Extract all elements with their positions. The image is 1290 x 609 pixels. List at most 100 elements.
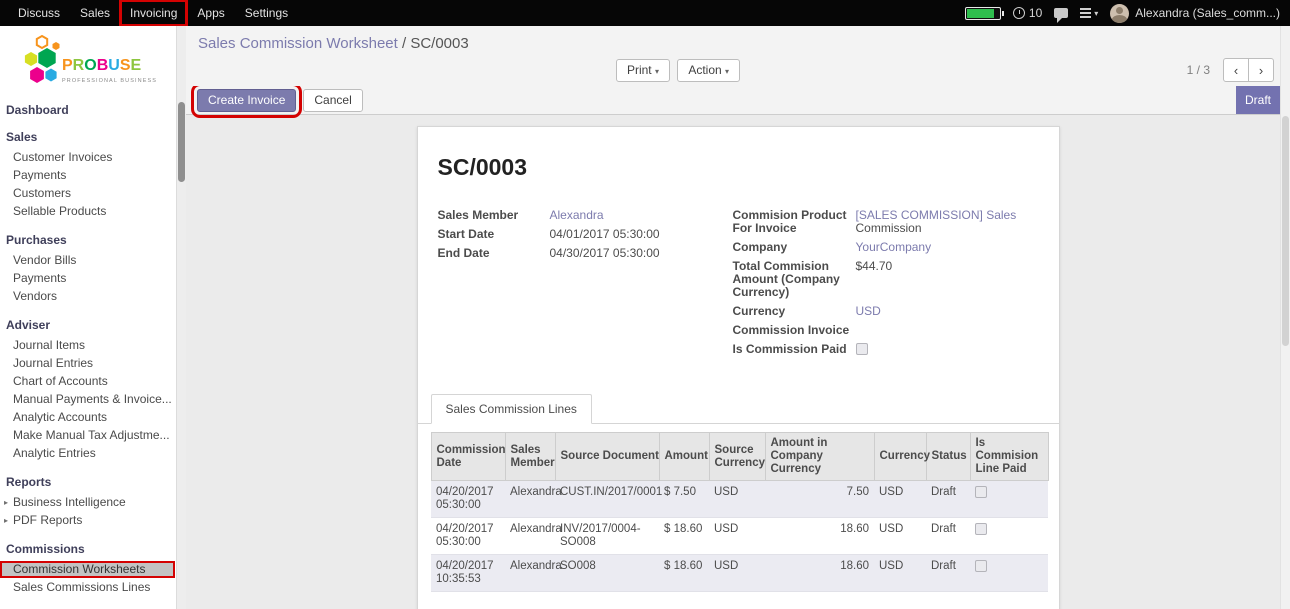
menu-sales[interactable]: Sales — [70, 0, 120, 26]
cell-amount-company: 18.60 — [765, 518, 874, 555]
user-menu[interactable]: Alexandra (Sales_comm...) — [1110, 4, 1280, 23]
statusbar: Create Invoice Cancel Draft — [186, 86, 1290, 115]
sidebar-item-analytic-accounts[interactable]: Analytic Accounts — [0, 409, 175, 426]
sidebar-item-pdf-reports[interactable]: ▸PDF Reports — [0, 512, 175, 529]
cell-date: 04/20/2017 05:30:00 — [431, 518, 505, 555]
header-commission-date[interactable]: Commission Date — [431, 433, 505, 481]
header-currency[interactable]: Currency — [874, 433, 926, 481]
field-label-commission-invoice: Commission Invoice — [733, 323, 856, 337]
sidebar-item-manual-payments[interactable]: Manual Payments & Invoice... — [0, 391, 175, 408]
print-button[interactable]: Print ▾ — [616, 59, 670, 82]
sidebar-item-sales-commissions-lines[interactable]: Sales Commissions Lines — [0, 579, 175, 596]
commission-product-link[interactable]: [SALES COMMISSION] Sales — [856, 208, 1017, 222]
header-line-paid[interactable]: Is Commision Line Paid — [970, 433, 1048, 481]
cell-doc: SO008 — [555, 555, 659, 592]
tab-sales-commission-lines[interactable]: Sales Commission Lines — [431, 394, 592, 424]
sidebar-item-customer-invoices[interactable]: Customer Invoices — [0, 149, 175, 166]
line-paid-checkbox[interactable] — [975, 523, 987, 535]
header-source-document[interactable]: Source Document — [555, 433, 659, 481]
field-label-is-commission-paid: Is Commission Paid — [733, 342, 856, 356]
header-status[interactable]: Status — [926, 433, 970, 481]
sidebar-item-commission-worksheets[interactable]: Commission Worksheets — [0, 561, 175, 578]
sidebar-item-sellable-products[interactable]: Sellable Products — [0, 203, 175, 220]
field-label-sales-member: Sales Member — [438, 208, 550, 222]
pager-next-button[interactable]: › — [1248, 58, 1274, 82]
probuse-logo: PROBUSE PROFESSIONAL BUSINESS — [0, 26, 175, 103]
menu-invoicing[interactable]: Invoicing — [120, 0, 187, 26]
caret-down-icon: ▾ — [655, 67, 659, 76]
sidebar-item-label: PDF Reports — [13, 513, 82, 527]
main-scrollbar[interactable] — [1280, 26, 1290, 609]
action-button[interactable]: Action ▾ — [677, 59, 740, 82]
cell-date: 04/20/2017 05:30:00 — [431, 481, 505, 518]
sidebar-scrollbar-thumb[interactable] — [178, 102, 185, 182]
currency-link[interactable]: USD — [856, 304, 1025, 318]
content-area: SC/0003 Sales Member Alexandra Start Dat… — [186, 115, 1290, 609]
timer-indicator[interactable]: 10 — [1013, 6, 1042, 20]
cell-member: Alexandra — [505, 518, 555, 555]
logo-title: PROBUSE — [62, 57, 141, 74]
battery-fill — [967, 9, 994, 18]
table-row[interactable]: 04/20/2017 10:35:53 Alexandra SO008 $ 18… — [431, 555, 1048, 592]
line-paid-checkbox[interactable] — [975, 560, 987, 572]
form-fields: Sales Member Alexandra Start Date 04/01/… — [438, 208, 1039, 363]
header-amount[interactable]: Amount — [659, 433, 709, 481]
sidebar-item-journal-entries[interactable]: Journal Entries — [0, 355, 175, 372]
battery-icon — [965, 7, 1001, 20]
pager-previous-button[interactable]: ‹ — [1223, 58, 1249, 82]
sidebar-scrollbar[interactable] — [176, 26, 186, 609]
end-date-value: 04/30/2017 05:30:00 — [550, 246, 733, 260]
sidebar: PROBUSE PROFESSIONAL BUSINESS Dashboard … — [0, 26, 186, 609]
table-row[interactable]: 04/20/2017 05:30:00 Alexandra CUST.IN/20… — [431, 481, 1048, 518]
sidebar-item-vendors[interactable]: Vendors — [0, 288, 175, 305]
sidebar-item-business-intelligence[interactable]: ▸Business Intelligence — [0, 494, 175, 511]
line-paid-checkbox[interactable] — [975, 486, 987, 498]
sidebar-item-journal-items[interactable]: Journal Items — [0, 337, 175, 354]
cell-source-currency: USD — [709, 518, 765, 555]
control-panel: Sales Commission Worksheet / SC/0003 Pri… — [186, 26, 1290, 86]
cell-currency: USD — [874, 555, 926, 592]
sidebar-section-reports: Reports — [0, 475, 175, 489]
header-amount-company[interactable]: Amount in Company Currency — [765, 433, 874, 481]
sidebar-item-chart-of-accounts[interactable]: Chart of Accounts — [0, 373, 175, 390]
breadcrumb-parent[interactable]: Sales Commission Worksheet — [198, 35, 398, 52]
create-invoice-button[interactable]: Create Invoice — [197, 89, 296, 112]
systray: 10 ▾ Alexandra (Sales_comm...) — [965, 0, 1290, 26]
sales-member-link[interactable]: Alexandra — [550, 208, 733, 222]
table-row[interactable]: 04/20/2017 05:30:00 Alexandra INV/2017/0… — [431, 518, 1048, 555]
chevron-right-icon: ▸ — [4, 512, 13, 529]
sidebar-item-vendor-bills[interactable]: Vendor Bills — [0, 252, 175, 269]
company-link[interactable]: YourCompany — [856, 240, 1025, 254]
cell-amount-company: 7.50 — [765, 481, 874, 518]
sidebar-item-label: Business Intelligence — [13, 495, 126, 509]
sidebar-item-dashboard[interactable]: Dashboard — [0, 103, 175, 117]
menu-settings[interactable]: Settings — [235, 0, 298, 26]
sidebar-item-payments-purchases[interactable]: Payments — [0, 270, 175, 287]
chat-icon[interactable] — [1054, 8, 1068, 18]
main-panel: Sales Commission Worksheet / SC/0003 Pri… — [186, 26, 1290, 609]
field-label-currency: Currency — [733, 304, 856, 318]
cell-amount-company: 18.60 — [765, 555, 874, 592]
sidebar-item-manual-tax-adjustment[interactable]: Make Manual Tax Adjustme... — [0, 427, 175, 444]
header-source-currency[interactable]: Source Currency — [709, 433, 765, 481]
systray-menu[interactable]: ▾ — [1080, 8, 1098, 18]
cell-amount: $ 18.60 — [659, 555, 709, 592]
activity-count: 10 — [1029, 6, 1042, 20]
menu-discuss[interactable]: Discuss — [8, 0, 70, 26]
cell-date: 04/20/2017 10:35:53 — [431, 555, 505, 592]
clock-icon — [1013, 7, 1025, 19]
sidebar-item-payments-sales[interactable]: Payments — [0, 167, 175, 184]
header-sales-member[interactable]: Sales Member — [505, 433, 555, 481]
main-scrollbar-thumb[interactable] — [1282, 116, 1289, 346]
caret-down-icon: ▾ — [725, 67, 729, 76]
sidebar-item-analytic-entries[interactable]: Analytic Entries — [0, 445, 175, 462]
cancel-button[interactable]: Cancel — [303, 89, 362, 112]
cell-doc: INV/2017/0004-SO008 — [555, 518, 659, 555]
is-commission-paid-checkbox[interactable] — [856, 343, 868, 355]
cell-source-currency: USD — [709, 481, 765, 518]
status-badge[interactable]: Draft — [1236, 86, 1280, 114]
sidebar-item-customers[interactable]: Customers — [0, 185, 175, 202]
start-date-value: 04/01/2017 05:30:00 — [550, 227, 733, 241]
menu-apps[interactable]: Apps — [187, 0, 234, 26]
avatar — [1110, 4, 1129, 23]
